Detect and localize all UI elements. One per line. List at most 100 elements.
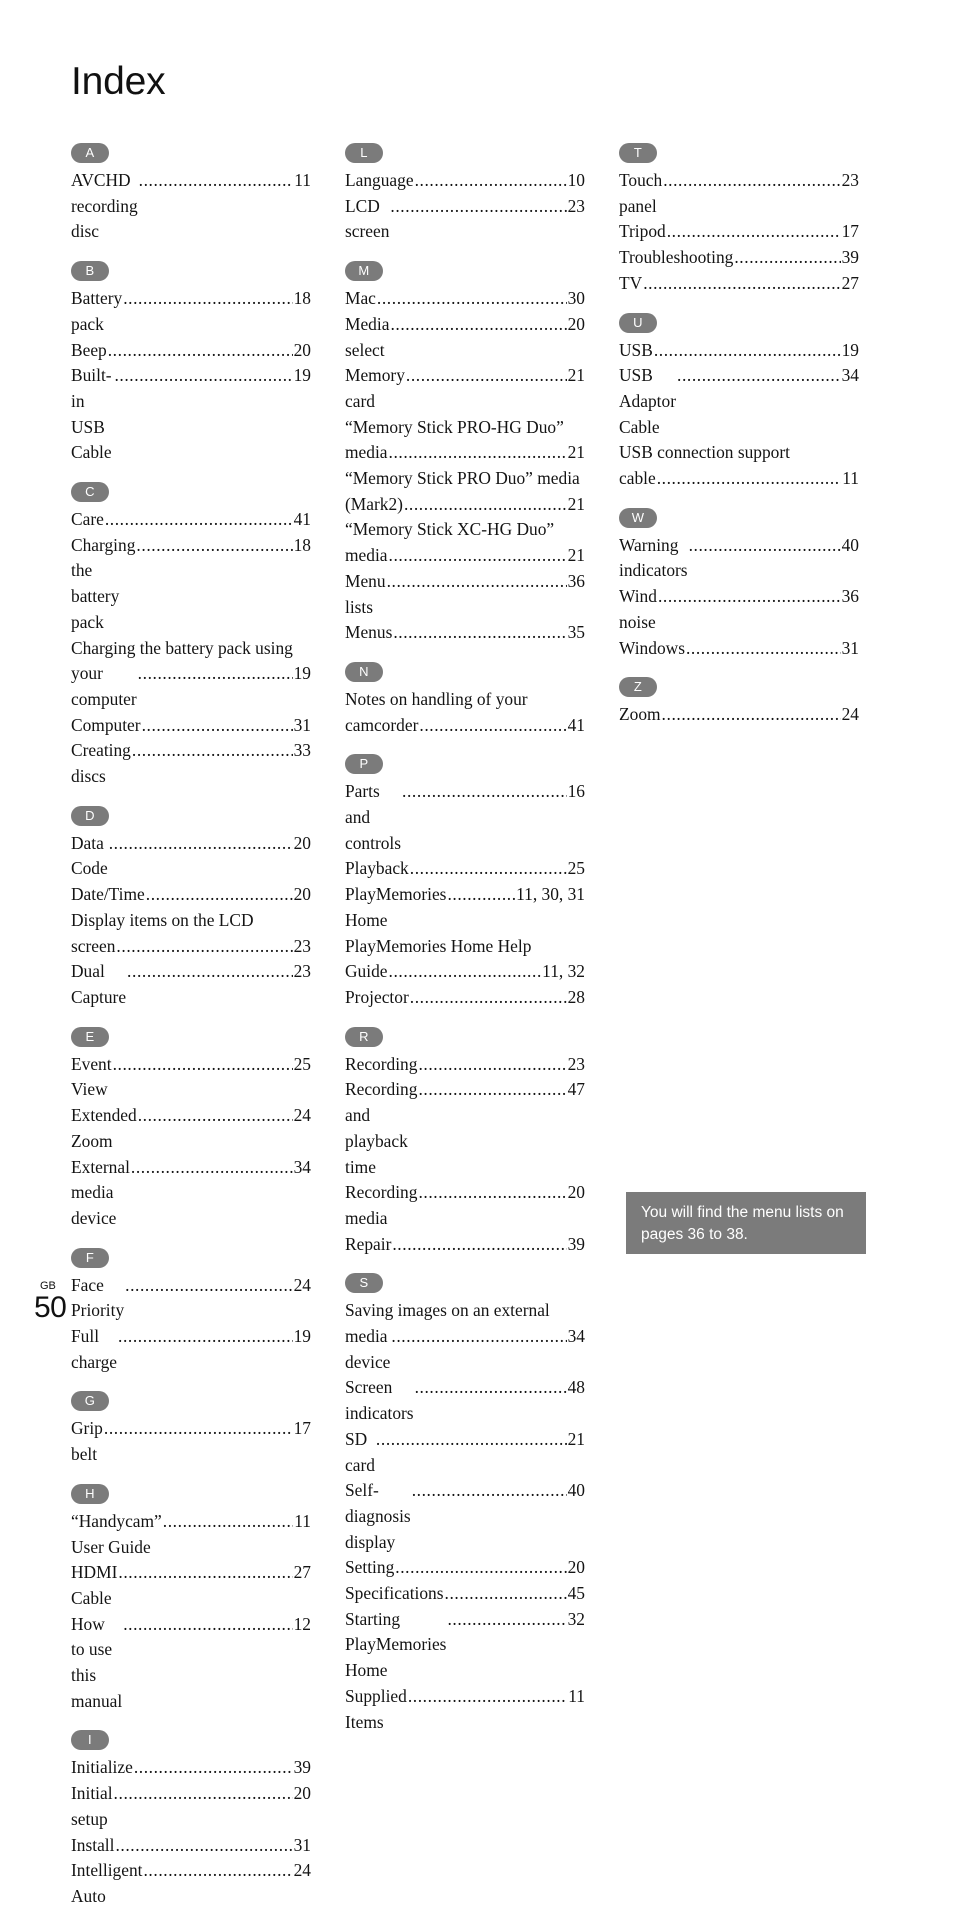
index-entry[interactable]: Warning indicators 40 (619, 533, 859, 584)
index-entry[interactable]: Event View 25 (71, 1052, 311, 1103)
index-entry[interactable]: Repair 39 (345, 1232, 585, 1258)
index-entry-page: 21 (567, 545, 585, 566)
index-entry[interactable]: Recording and playback time 47 (345, 1077, 585, 1180)
index-entry[interactable]: Playback 25 (345, 856, 585, 882)
index-entry[interactable]: Dual Capture 23 (71, 959, 311, 1010)
index-entry[interactable]: Install 31 (71, 1833, 311, 1859)
page-title: Index (71, 60, 166, 104)
index-entry[interactable]: Charging the battery pack using your comp… (71, 636, 311, 713)
footer-page-number: 50 (34, 1291, 67, 1324)
index-entry[interactable]: Full charge 19 (71, 1324, 311, 1375)
index-entry-text-cont: camcorder (345, 714, 419, 735)
index-entry[interactable]: SD card 21 (345, 1427, 585, 1478)
index-entry-page: 23 (293, 961, 311, 982)
index-entry[interactable]: Menus 35 (345, 620, 585, 646)
index-entry-text-cont: your computer (71, 663, 137, 709)
index-entry[interactable]: Initial setup 20 (71, 1781, 311, 1832)
index-entry-page: 19 (841, 339, 859, 360)
index-entry-page: 41 (567, 714, 585, 735)
index-entry[interactable]: Mac 30 (345, 286, 585, 312)
index-entry-text: Creating discs (71, 740, 136, 787)
index-entry[interactable]: “Handycam” User Guide 11 (71, 1509, 311, 1560)
index-entry[interactable]: Recording 23 (345, 1052, 585, 1078)
index-entry-text: Self-diagnosis display (345, 1480, 416, 1552)
index-entry-line: Extended Zoom 24 (71, 1103, 311, 1154)
letter-badge: F (71, 1247, 109, 1268)
index-entry[interactable]: TV 27 (619, 271, 859, 297)
index-entry[interactable]: PlayMemories Home 11, 30, 31 (345, 882, 585, 933)
index-entry-page: 20 (293, 1783, 311, 1804)
index-entry[interactable]: “Memory Stick PRO-HG Duo” media 21 (345, 415, 585, 466)
dot-leader (389, 543, 567, 569)
index-entry-line: Built-in USB Cable 19 (71, 363, 311, 466)
letter-badge: I (71, 1730, 109, 1751)
index-entry[interactable]: Windows 31 (619, 636, 859, 662)
index-entry[interactable]: Data Code 20 (71, 831, 311, 882)
index-entry[interactable]: Saving images on an external media device… (345, 1298, 585, 1375)
index-entry[interactable]: How to use this manual 12 (71, 1612, 311, 1715)
index-entry-text: Care (71, 509, 109, 530)
index-entry[interactable]: Menu lists 36 (345, 569, 585, 620)
index-entry[interactable]: Self-diagnosis display 40 (345, 1478, 585, 1555)
index-entry[interactable]: Tripod 17 (619, 219, 859, 245)
index-entry-text: Windows (619, 637, 685, 658)
index-entry[interactable]: Wind noise 36 (619, 584, 859, 635)
index-entry[interactable]: USB 19 (619, 338, 859, 364)
index-entry[interactable]: External media device 34 (71, 1155, 311, 1232)
index-entry[interactable]: Battery pack 18 (71, 286, 311, 337)
index-entry[interactable]: Extended Zoom 24 (71, 1103, 311, 1154)
index-entry[interactable]: Parts and controls 16 (345, 779, 585, 856)
letter-badge: N (345, 661, 383, 682)
index-entry[interactable]: “Memory Stick PRO Duo” media (Mark2) 21 (345, 466, 585, 517)
index-entry[interactable]: Care 41 (71, 507, 311, 533)
index-entry[interactable]: Beep 20 (71, 338, 311, 364)
index-entry-page: 20 (293, 339, 311, 360)
index-entry-text: Troubleshooting (619, 247, 734, 268)
index-entry[interactable]: HDMI Cable 27 (71, 1560, 311, 1611)
index-entry-text: Playback (345, 858, 409, 879)
index-entry[interactable]: Date/Time 20 (71, 882, 311, 908)
dot-leader (658, 584, 841, 610)
index-entry[interactable]: Built-in USB Cable 19 (71, 363, 311, 466)
index-entry[interactable]: PlayMemories Home Help Guide 11, 32 (345, 934, 585, 985)
index-entry-text: “Handycam” User Guide (71, 1510, 167, 1557)
index-entry-text: Wind noise (619, 586, 662, 632)
index-entry[interactable]: “Memory Stick XC-HG Duo” media 21 (345, 517, 585, 568)
index-entry[interactable]: Notes on handling of your camcorder 41 (345, 687, 585, 738)
index-entry[interactable]: Touch panel 23 (619, 168, 859, 219)
index-entry[interactable]: Supplied Items 11 (345, 1684, 585, 1735)
index-entry-text: Data Code (71, 832, 109, 879)
index-entry[interactable]: USB connection support cable 11 (619, 440, 859, 491)
index-entry-page: 18 (293, 288, 311, 309)
index-entry-page: 23 (293, 935, 311, 956)
index-entry[interactable]: Computer 31 (71, 713, 311, 739)
index-entry[interactable]: Zoom 24 (619, 702, 859, 728)
index-entry[interactable]: LCD screen 23 (345, 194, 585, 245)
index-entry[interactable]: Specifications 45 (345, 1581, 585, 1607)
index-entry[interactable]: Starting PlayMemories Home 32 (345, 1607, 585, 1684)
index-entry[interactable]: Language 10 (345, 168, 585, 194)
index-section: EEvent View25Extended Zoom 24External me… (71, 1026, 311, 1246)
index-entry[interactable]: Setting 20 (345, 1555, 585, 1581)
index-entry[interactable]: Display items on the LCD screen 23 (71, 908, 311, 959)
index-entry-page: 23 (567, 1053, 585, 1074)
index-entry[interactable]: Projector 28 (345, 985, 585, 1011)
index-entry[interactable]: Media select 20 (345, 312, 585, 363)
index-entry-page: 31 (293, 714, 311, 735)
index-entry[interactable]: Screen indicators 48 (345, 1375, 585, 1426)
index-entry[interactable]: Grip belt 17 (71, 1416, 311, 1467)
index-entry-page: 35 (567, 622, 585, 643)
index-entry[interactable]: Intelligent Auto 24 (71, 1858, 311, 1909)
index-entry[interactable]: Creating discs 33 (71, 738, 311, 789)
index-entry-page: 36 (841, 586, 859, 607)
index-entry[interactable]: AVCHD recording disc 11 (71, 168, 311, 245)
index-entry[interactable]: USB Adaptor Cable 34 (619, 363, 859, 440)
index-entry[interactable]: Charging the battery pack 18 (71, 533, 311, 636)
index-entry[interactable]: Memory card 21 (345, 363, 585, 414)
index-entry[interactable]: Recording media 20 (345, 1180, 585, 1231)
index-entry[interactable]: Troubleshooting 39 (619, 245, 859, 271)
index-entry[interactable]: Initialize 39 (71, 1755, 311, 1781)
index-entry-text: Tripod (619, 221, 666, 242)
